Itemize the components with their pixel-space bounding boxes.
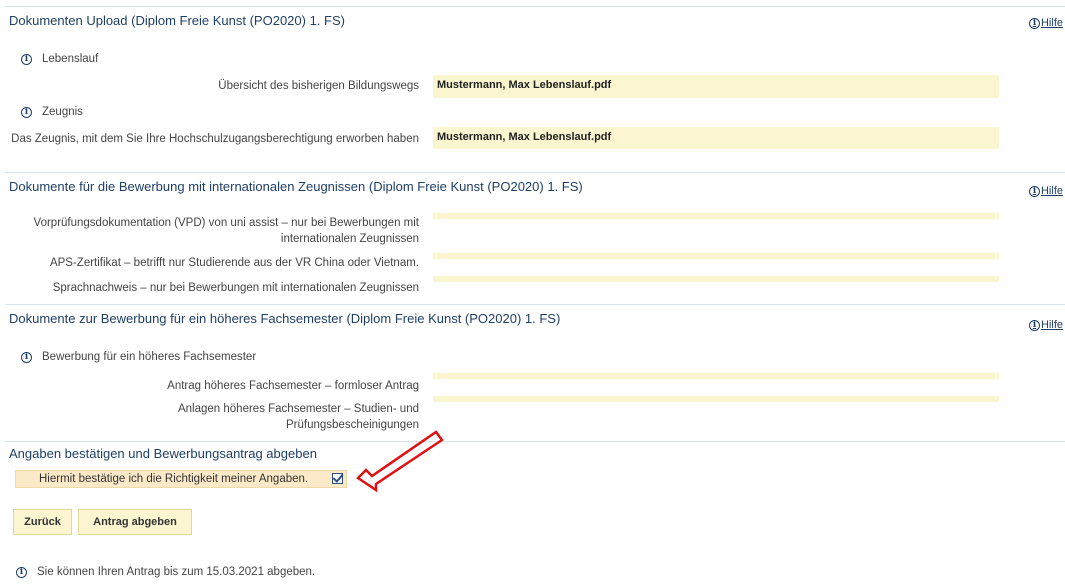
request-field-label: Antrag höheres Fachsemester – formloser … — [167, 380, 419, 392]
vpd-upload-field[interactable] — [433, 213, 999, 219]
higher-semester-section-title: Dokumente zur Bewerbung für ein höheres … — [9, 311, 561, 326]
aps-upload-field[interactable] — [433, 253, 999, 259]
help-link[interactable]: i Hilfe — [1028, 185, 1063, 197]
vpd-field-label: Vorprüfungsdokumentation (VPD) von uni a… — [33, 217, 419, 245]
confirm-checkbox-label: Hiermit bestätige ich die Richtigkeit me… — [39, 473, 309, 485]
info-icon: i — [21, 53, 32, 65]
info-higher-semester-label: Bewerbung für ein höheres Fachsemester — [42, 351, 257, 363]
info-icon: i — [1028, 185, 1040, 197]
higher-semester-section: Dokumente zur Bewerbung für ein höheres … — [5, 304, 1065, 437]
red-arrow-annotation — [356, 430, 444, 493]
help-label: Hilfe — [1040, 319, 1063, 331]
info-icon: i — [21, 351, 32, 363]
info-icon: i — [1028, 17, 1040, 29]
international-section-title: Dokumente für die Bewerbung mit internat… — [9, 179, 583, 194]
cv-file-name: Mustermann, Max Lebenslauf.pdf — [437, 79, 612, 91]
back-button[interactable]: Zurück — [13, 509, 72, 535]
confirm-section-title: Angaben bestätigen und Bewerbungsantrag … — [9, 446, 317, 461]
international-section: Dokumente für die Bewerbung mit internat… — [5, 172, 1065, 299]
info-cv-label: Lebenslauf — [42, 53, 99, 65]
help-label: Hilfe — [1040, 17, 1063, 29]
request-upload-field[interactable] — [433, 373, 999, 379]
deadline-info-text: Sie können Ihren Antrag bis zum 15.03.20… — [37, 566, 316, 578]
cert-field-label: Das Zeugnis, mit dem Sie Ihre Hochschulz… — [11, 133, 419, 145]
cert-file-name: Mustermann, Max Lebenslauf.pdf — [437, 131, 612, 143]
cv-field-label: Übersicht des bisherigen Bildungswegs — [218, 80, 419, 92]
info-cv: i Lebenslauf — [21, 53, 98, 65]
info-higher-semester: i Bewerbung für ein höheres Fachsemester — [21, 351, 256, 363]
upload-section-title: Dokumenten Upload (Diplom Freie Kunst (P… — [9, 13, 345, 28]
info-cert: i Zeugnis — [21, 106, 83, 118]
language-field-label: Sprachnachweis – nur bei Bewerbungen mit… — [52, 282, 419, 294]
language-upload-field[interactable] — [433, 276, 999, 282]
info-icon: i — [16, 566, 27, 578]
upload-section: Dokumenten Upload (Diplom Freie Kunst (P… — [5, 6, 1065, 167]
cert-file-value[interactable]: Mustermann, Max Lebenslauf.pdf — [433, 127, 999, 149]
confirm-checkbox[interactable] — [332, 473, 343, 484]
cv-file-value[interactable]: Mustermann, Max Lebenslauf.pdf — [433, 75, 999, 98]
info-cert-label: Zeugnis — [42, 106, 83, 118]
info-icon: i — [21, 106, 32, 118]
help-link[interactable]: i Hilfe — [1028, 17, 1063, 29]
help-link[interactable]: i Hilfe — [1028, 319, 1063, 331]
confirm-checkbox-row[interactable]: Hiermit bestätige ich die Richtigkeit me… — [15, 470, 347, 488]
submit-button[interactable]: Antrag abgeben — [78, 509, 192, 535]
help-label: Hilfe — [1040, 185, 1063, 197]
deadline-info: i Sie können Ihren Antrag bis zum 15.03.… — [16, 566, 315, 578]
info-icon: i — [1028, 319, 1040, 331]
attachments-upload-field[interactable] — [433, 396, 999, 402]
aps-field-label: APS-Zertifikat – betrifft nur Studierend… — [49, 257, 419, 269]
